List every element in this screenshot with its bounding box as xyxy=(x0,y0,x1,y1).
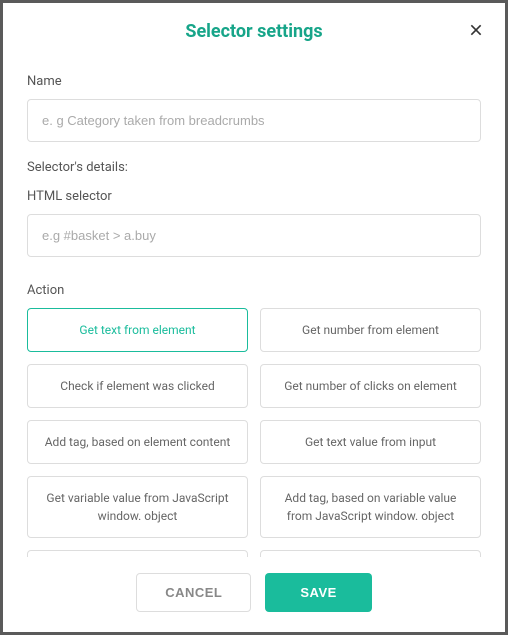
html-selector-input[interactable] xyxy=(27,214,481,257)
selector-settings-modal: Selector settings Name Selector's detail… xyxy=(3,3,505,632)
action-check-clicked[interactable]: Check if element was clicked xyxy=(27,364,248,408)
action-customid-js[interactable]: Get subscriber customId, based on variab… xyxy=(27,550,248,557)
details-label: Selector's details: xyxy=(27,160,481,175)
action-get-text[interactable]: Get text from element xyxy=(27,308,248,352)
action-add-tag-js[interactable]: Add tag, based on variable value from Ja… xyxy=(260,476,481,538)
modal-title: Selector settings xyxy=(185,21,322,42)
action-click-count[interactable]: Get number of clicks on element xyxy=(260,364,481,408)
action-get-js-variable[interactable]: Get variable value from JavaScript windo… xyxy=(27,476,248,538)
name-label: Name xyxy=(27,74,481,89)
save-button[interactable]: SAVE xyxy=(265,573,371,612)
action-grid: Get text from element Get number from el… xyxy=(27,308,481,557)
action-customid-text[interactable]: Get subscriber customId, based on text s… xyxy=(260,550,481,557)
name-input[interactable] xyxy=(27,99,481,142)
action-label: Action xyxy=(27,283,481,298)
action-get-number[interactable]: Get number from element xyxy=(260,308,481,352)
action-get-input-value[interactable]: Get text value from input xyxy=(260,420,481,464)
modal-header: Selector settings xyxy=(3,3,505,56)
cancel-button[interactable]: CANCEL xyxy=(136,573,251,612)
modal-footer: CANCEL SAVE xyxy=(3,557,505,632)
html-selector-label: HTML selector xyxy=(27,189,481,204)
close-icon xyxy=(468,22,484,38)
modal-body[interactable]: Name Selector's details: HTML selector A… xyxy=(3,56,505,557)
action-add-tag-content[interactable]: Add tag, based on element content xyxy=(27,420,248,464)
close-button[interactable] xyxy=(465,19,487,41)
